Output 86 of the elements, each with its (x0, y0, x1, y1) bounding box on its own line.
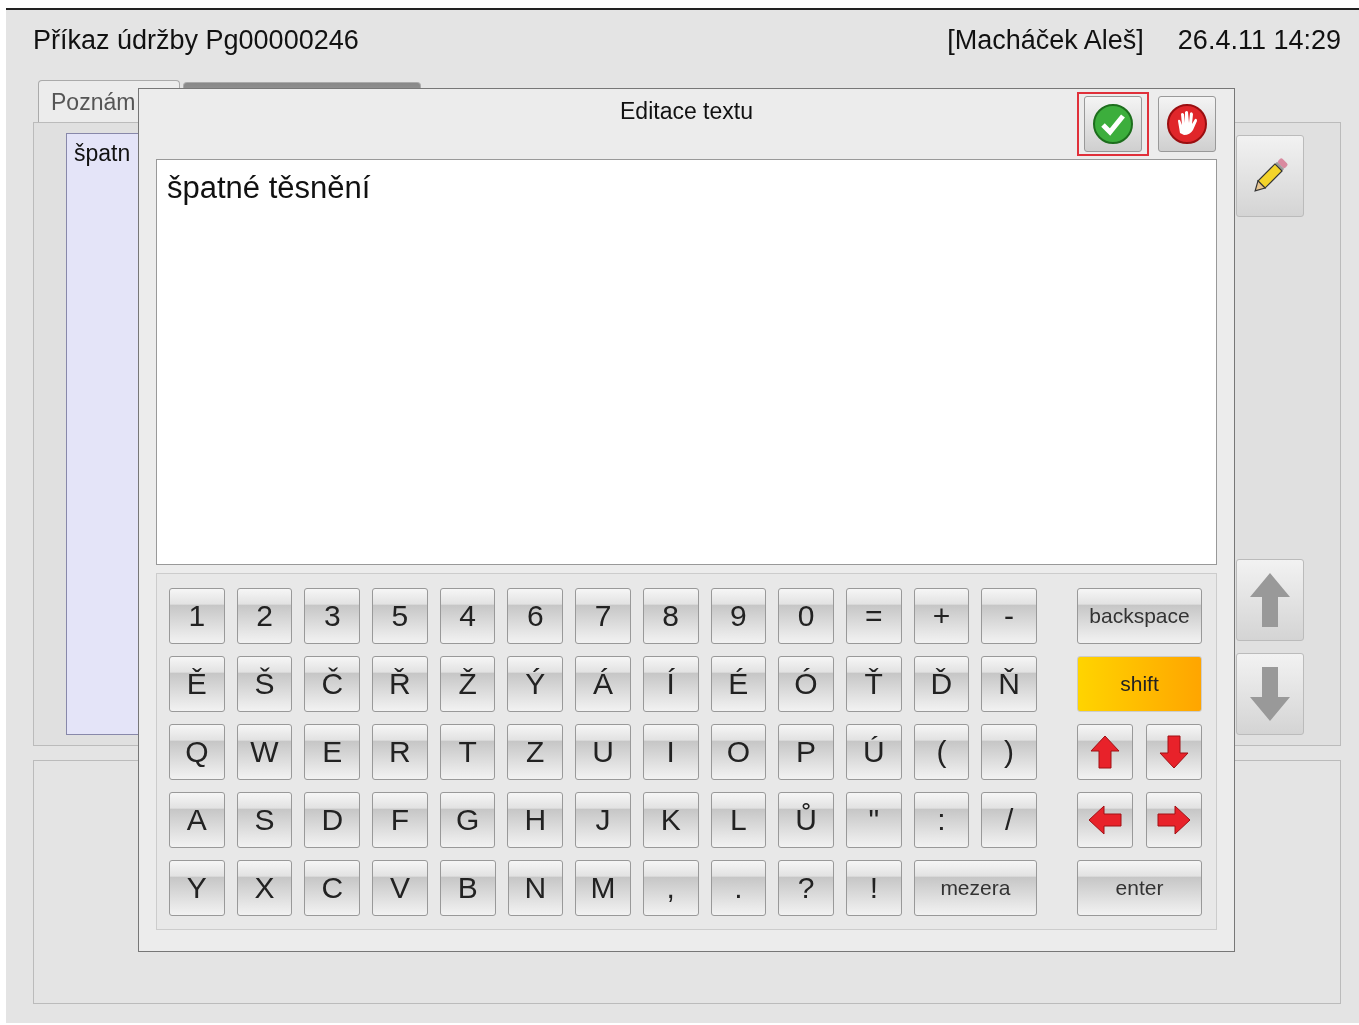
key[interactable]: P (778, 724, 834, 780)
key[interactable]: D (304, 792, 361, 848)
up-arrow-icon (1248, 571, 1292, 629)
key[interactable]: ? (778, 860, 835, 916)
user-name: [Macháček Aleš] (947, 24, 1144, 56)
key[interactable]: M (575, 860, 631, 916)
key[interactable]: ( (913, 724, 970, 780)
key[interactable]: Y (169, 860, 225, 916)
key[interactable]: U (575, 724, 631, 780)
key[interactable]: Ť (845, 656, 902, 712)
key[interactable]: Ó (778, 656, 834, 712)
arrow-key[interactable] (1077, 724, 1133, 780)
key[interactable]: Š (236, 656, 293, 712)
key[interactable]: É (710, 656, 767, 712)
key[interactable]: R (372, 724, 428, 780)
key[interactable]: Ď (913, 656, 970, 712)
key[interactable]: ! (846, 860, 902, 916)
key[interactable]: C (304, 860, 361, 916)
key[interactable]: Č (304, 656, 361, 712)
text-area[interactable]: špatné těsnění (156, 159, 1217, 565)
key[interactable]: J (575, 792, 631, 848)
key[interactable]: T (439, 724, 496, 780)
key[interactable]: V (372, 860, 428, 916)
key[interactable]: = (845, 588, 902, 644)
key[interactable]: backspace (1077, 588, 1202, 644)
key[interactable]: Ú (845, 724, 902, 780)
key[interactable]: 6 (507, 588, 564, 644)
key[interactable]: F (372, 792, 428, 848)
stop-hand-icon (1166, 103, 1208, 145)
arrow-key[interactable] (1146, 724, 1202, 780)
arrow-icon (1087, 734, 1123, 770)
key[interactable]: A (169, 792, 225, 848)
key[interactable]: 2 (236, 588, 293, 644)
arrow-key[interactable] (1146, 792, 1202, 848)
key[interactable]: Á (575, 656, 631, 712)
key[interactable]: Í (642, 656, 699, 712)
checkmark-icon (1092, 103, 1134, 145)
key[interactable]: enter (1077, 860, 1202, 916)
key[interactable]: N (507, 860, 564, 916)
key[interactable]: Q (169, 724, 225, 780)
key[interactable]: I (642, 724, 699, 780)
key[interactable]: ) (981, 724, 1037, 780)
confirm-button[interactable] (1077, 92, 1149, 156)
key[interactable]: , (642, 860, 699, 916)
arrow-key[interactable] (1077, 792, 1133, 848)
key[interactable]: 0 (778, 588, 834, 644)
key[interactable]: + (913, 588, 970, 644)
key[interactable]: 7 (575, 588, 631, 644)
key[interactable]: Z (507, 724, 564, 780)
key[interactable]: Ů (778, 792, 834, 848)
key[interactable]: shift (1077, 656, 1202, 712)
key[interactable]: 4 (439, 588, 496, 644)
down-arrow-icon (1248, 665, 1292, 723)
date-time: 26.4.11 14:29 (1177, 24, 1341, 56)
key[interactable]: X (236, 860, 293, 916)
dialog-title: Editace textu (620, 98, 753, 125)
key[interactable]: . (710, 860, 767, 916)
key[interactable]: Ý (507, 656, 564, 712)
key[interactable]: G (439, 792, 496, 848)
key[interactable]: Ě (169, 656, 225, 712)
key[interactable]: H (507, 792, 564, 848)
window-title: Příkaz údržby Pg00000246 (33, 24, 360, 56)
key[interactable]: L (710, 792, 767, 848)
key[interactable]: S (236, 792, 293, 848)
key[interactable]: K (642, 792, 699, 848)
key[interactable]: 9 (710, 588, 767, 644)
key[interactable]: E (304, 724, 361, 780)
key[interactable]: Ň (981, 656, 1037, 712)
key[interactable]: 8 (642, 588, 699, 644)
key[interactable]: 1 (169, 588, 225, 644)
key[interactable]: / (981, 792, 1037, 848)
key[interactable]: " (845, 792, 902, 848)
key[interactable]: W (236, 724, 293, 780)
key[interactable]: - (981, 588, 1037, 644)
key[interactable]: B (439, 860, 496, 916)
arrow-icon (1156, 802, 1192, 838)
key[interactable]: O (710, 724, 767, 780)
key[interactable]: : (913, 792, 970, 848)
key[interactable]: 5 (372, 588, 428, 644)
space-key[interactable]: mezera (913, 860, 1038, 916)
arrow-icon (1156, 734, 1192, 770)
key[interactable]: Ž (439, 656, 496, 712)
list-item[interactable]: špatn (74, 140, 131, 166)
key[interactable]: Ř (372, 656, 428, 712)
key[interactable]: 3 (304, 588, 361, 644)
arrow-icon (1087, 802, 1123, 838)
